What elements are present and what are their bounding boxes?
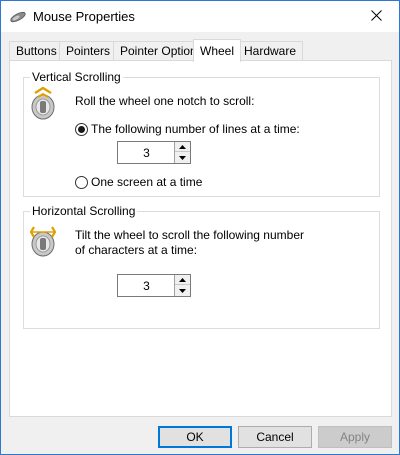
characters-decrement-button[interactable] bbox=[175, 285, 190, 296]
horizontal-instruction-line1: Tilt the wheel to scroll the following n… bbox=[75, 228, 304, 242]
radio-indicator-lines bbox=[75, 122, 88, 136]
close-icon bbox=[370, 9, 382, 24]
lines-increment-button[interactable] bbox=[175, 142, 190, 152]
lines-at-a-time-radio[interactable]: The following number of lines at a time: bbox=[75, 122, 300, 136]
one-screen-label: One screen at a time bbox=[91, 175, 203, 189]
characters-spinbox bbox=[117, 274, 191, 297]
characters-increment-button[interactable] bbox=[175, 275, 190, 285]
window-title: Mouse Properties bbox=[33, 9, 135, 24]
wheel-tab-panel: Vertical Scrolling Roll the wheel one no… bbox=[9, 60, 392, 417]
title-bar[interactable]: Mouse Properties bbox=[1, 1, 399, 32]
tab-pointers[interactable]: Pointers bbox=[59, 41, 118, 61]
ok-button[interactable]: OK bbox=[158, 426, 232, 448]
vertical-scrolling-title: Vertical Scrolling bbox=[30, 70, 123, 84]
vertical-instruction: Roll the wheel one notch to scroll: bbox=[75, 94, 255, 108]
lines-input[interactable] bbox=[118, 142, 175, 163]
horizontal-instruction-line2: of characters at a time: bbox=[75, 243, 198, 257]
arrow-down-icon bbox=[179, 288, 186, 293]
apply-button[interactable]: Apply bbox=[318, 426, 392, 448]
radio-indicator-screen bbox=[75, 175, 88, 189]
lines-at-a-time-label: The following number of lines at a time: bbox=[91, 122, 300, 136]
tab-hardware[interactable]: Hardware bbox=[237, 41, 304, 61]
vertical-scrolling-group: Vertical Scrolling Roll the wheel one no… bbox=[23, 70, 380, 197]
lines-spinbox bbox=[117, 141, 191, 164]
close-button[interactable] bbox=[353, 1, 399, 32]
mouse-tilt-wheel-icon bbox=[29, 224, 57, 258]
cancel-button[interactable]: Cancel bbox=[238, 426, 312, 448]
one-screen-radio[interactable]: One screen at a time bbox=[75, 175, 202, 189]
arrow-down-icon bbox=[179, 155, 186, 160]
mouse-icon bbox=[9, 10, 27, 24]
arrow-up-icon bbox=[179, 144, 186, 149]
mouse-wheel-icon bbox=[30, 86, 56, 121]
characters-spin-buttons bbox=[174, 275, 190, 296]
tab-buttons[interactable]: Buttons bbox=[9, 41, 64, 61]
characters-input[interactable] bbox=[118, 275, 175, 296]
arrow-up-icon bbox=[179, 277, 186, 282]
lines-spin-buttons bbox=[174, 142, 190, 163]
horizontal-scrolling-group: Horizontal Scrolling Tilt the wheel to s… bbox=[23, 204, 380, 329]
mouse-properties-window: Mouse Properties Buttons Pointers Pointe… bbox=[0, 0, 400, 455]
lines-decrement-button[interactable] bbox=[175, 152, 190, 163]
horizontal-scrolling-title: Horizontal Scrolling bbox=[30, 204, 138, 218]
tab-wheel[interactable]: Wheel bbox=[193, 39, 242, 62]
